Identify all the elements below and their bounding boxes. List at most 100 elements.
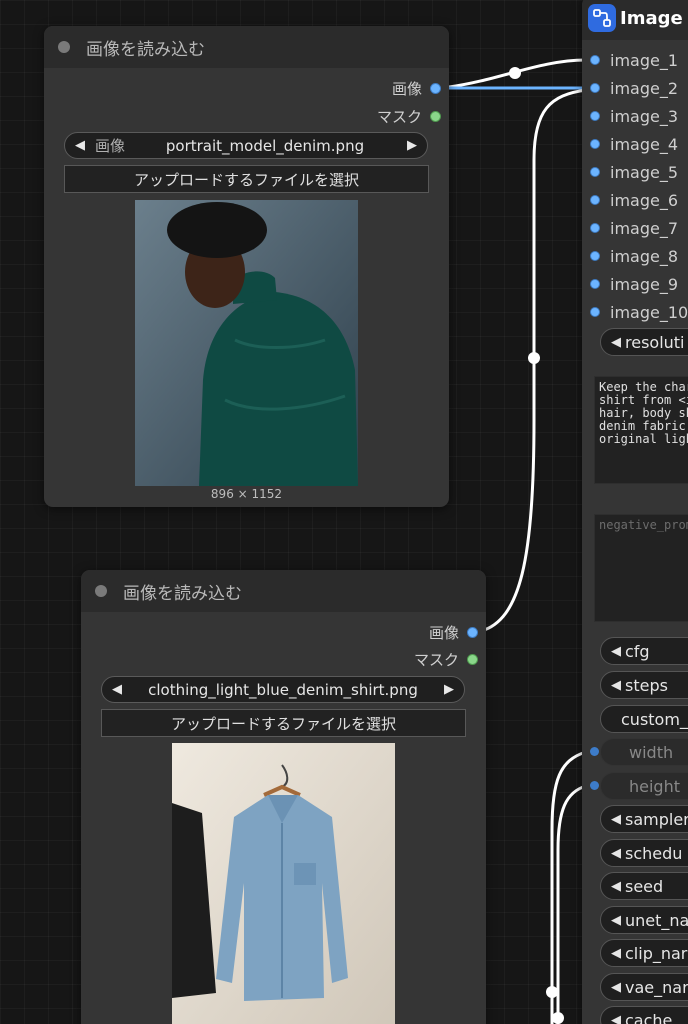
input-slot[interactable] [590, 83, 600, 93]
prompt-textarea[interactable]: Keep the char shirt from <i hair, body s… [594, 376, 688, 484]
widget-prev-icon[interactable]: ◀ [601, 946, 625, 961]
input-label: image_6 [610, 190, 679, 210]
input-slot[interactable] [590, 111, 600, 121]
graph-canvas[interactable]: 画像を読み込む 画像 マスク ◀ 画像 portrait_model_denim… [0, 0, 688, 1024]
link-midpoint-4[interactable] [552, 1012, 564, 1024]
output-image-slot[interactable] [430, 82, 441, 94]
scheduler-widget[interactable]: ◀ schedu [600, 839, 688, 867]
node-header[interactable]: 画像を読み込む [44, 26, 449, 68]
clip-widget[interactable]: ◀ clip_nar [600, 939, 688, 967]
negative-prompt-textarea[interactable]: negative_prom [594, 514, 688, 622]
link-midpoint-2[interactable] [528, 352, 540, 364]
input-image-8[interactable]: image_8 [590, 246, 678, 266]
output-image[interactable]: 画像 [429, 622, 478, 642]
custom-label: custom_ [621, 709, 688, 729]
input-image-10[interactable]: image_10 [590, 302, 688, 322]
cache-label: cache [625, 1010, 673, 1024]
widget-prev-icon[interactable]: ◀ [601, 879, 625, 894]
input-label: image_2 [610, 78, 679, 98]
output-image-slot[interactable] [467, 626, 478, 638]
widget-prev-icon[interactable]: ◀ [601, 812, 625, 827]
input-slot[interactable] [590, 279, 600, 289]
link-width[interactable] [550, 750, 587, 1024]
widget-prev-icon[interactable]: ◀ [601, 678, 625, 693]
upload-button[interactable]: アップロードするファイルを選択 [64, 165, 429, 193]
combo-prev-icon[interactable]: ◀ [102, 682, 132, 697]
input-slot[interactable] [590, 167, 600, 177]
widget-prev-icon[interactable]: ◀ [601, 1013, 625, 1024]
input-slot[interactable] [590, 55, 600, 65]
collapse-toggle[interactable] [95, 585, 107, 597]
output-mask-label: マスク [413, 650, 459, 669]
resolution-widget[interactable]: ◀ resoluti [600, 328, 688, 356]
combo-prev-icon[interactable]: ◀ [65, 138, 95, 153]
node-header[interactable]: Image E [582, 0, 688, 40]
seed-widget[interactable]: ◀ seed [600, 872, 688, 900]
node-flow-icon [588, 4, 616, 32]
vae-label: vae_nar [625, 977, 688, 997]
link-node2-to-image2[interactable] [480, 88, 587, 633]
combo-next-icon[interactable]: ▶ [397, 138, 427, 153]
load-image-node-2[interactable]: 画像を読み込む 画像 マスク ◀ clothing_light_blue_den… [81, 570, 486, 1024]
input-slot[interactable] [590, 139, 600, 149]
steps-widget[interactable]: ◀ steps [600, 671, 688, 699]
image-combo[interactable]: ◀ clothing_light_blue_denim_shirt.png ▶ [101, 676, 465, 703]
combo-label: 画像 [95, 137, 126, 155]
height-label: height [629, 776, 680, 796]
combo-next-icon[interactable]: ▶ [434, 682, 464, 697]
width-widget[interactable]: width [600, 738, 688, 766]
unet-widget[interactable]: ◀ unet_na [600, 906, 688, 934]
vae-widget[interactable]: ◀ vae_nar [600, 973, 688, 1001]
widget-prev-icon[interactable]: ◀ [601, 913, 625, 928]
output-mask-label: マスク [376, 107, 422, 126]
output-mask-slot[interactable] [467, 653, 478, 665]
steps-label: steps [625, 675, 668, 695]
node-header[interactable]: 画像を読み込む [81, 570, 486, 612]
clip-label: clip_nar [625, 943, 688, 963]
input-image-3[interactable]: image_3 [590, 106, 678, 126]
combo-value: clothing_light_blue_denim_shirt.png [148, 680, 418, 699]
width-input-slot[interactable] [590, 747, 599, 756]
input-image-4[interactable]: image_4 [590, 134, 678, 154]
link-image-to-image1[interactable] [448, 58, 587, 89]
input-slot[interactable] [590, 251, 600, 261]
output-image[interactable]: 画像 [392, 78, 441, 98]
input-label: image_10 [610, 302, 688, 322]
input-image-5[interactable]: image_5 [590, 162, 678, 182]
cache-widget[interactable]: ◀ cache [600, 1006, 688, 1024]
height-input-slot[interactable] [590, 781, 599, 790]
input-slot[interactable] [590, 195, 600, 205]
link-midpoint-3[interactable] [546, 986, 558, 998]
custom-widget[interactable]: custom_ [600, 705, 688, 733]
output-mask-slot[interactable] [430, 110, 441, 122]
input-image-6[interactable]: image_6 [590, 190, 678, 210]
input-image-1[interactable]: image_1 [590, 50, 678, 70]
widget-prev-icon[interactable]: ◀ [601, 644, 625, 659]
input-slot[interactable] [590, 307, 600, 317]
output-mask[interactable]: マスク [377, 106, 441, 126]
image-combo[interactable]: ◀ 画像 portrait_model_denim.png ▶ [64, 132, 428, 159]
sampler-label: sampler [625, 809, 688, 829]
input-label: image_7 [610, 218, 679, 238]
input-image-2[interactable]: image_2 [590, 78, 678, 98]
input-slot[interactable] [590, 223, 600, 233]
cfg-widget[interactable]: ◀ cfg [600, 637, 688, 665]
combo-value: portrait_model_denim.png [165, 136, 365, 155]
load-image-node-1[interactable]: 画像を読み込む 画像 マスク ◀ 画像 portrait_model_denim… [44, 26, 449, 507]
input-image-7[interactable]: image_7 [590, 218, 678, 238]
image-edit-node[interactable]: Image E image_1 image_2 image_3 image_4imag… [582, 0, 688, 1024]
input-label: image_5 [610, 162, 679, 182]
output-image-label: 画像 [391, 79, 422, 98]
upload-button[interactable]: アップロードするファイルを選択 [101, 709, 466, 737]
portrait-image [135, 200, 358, 486]
link-midpoint-1[interactable] [509, 67, 521, 79]
widget-prev-icon[interactable]: ◀ [601, 980, 625, 995]
output-mask[interactable]: マスク [414, 649, 478, 669]
resolution-label: resoluti [625, 332, 685, 352]
height-widget[interactable]: height [600, 772, 688, 800]
widget-prev-icon[interactable]: ◀ [601, 335, 625, 350]
sampler-widget[interactable]: ◀ sampler [600, 805, 688, 833]
collapse-toggle[interactable] [58, 41, 70, 53]
widget-prev-icon[interactable]: ◀ [601, 846, 625, 861]
input-image-9[interactable]: image_9 [590, 274, 678, 294]
